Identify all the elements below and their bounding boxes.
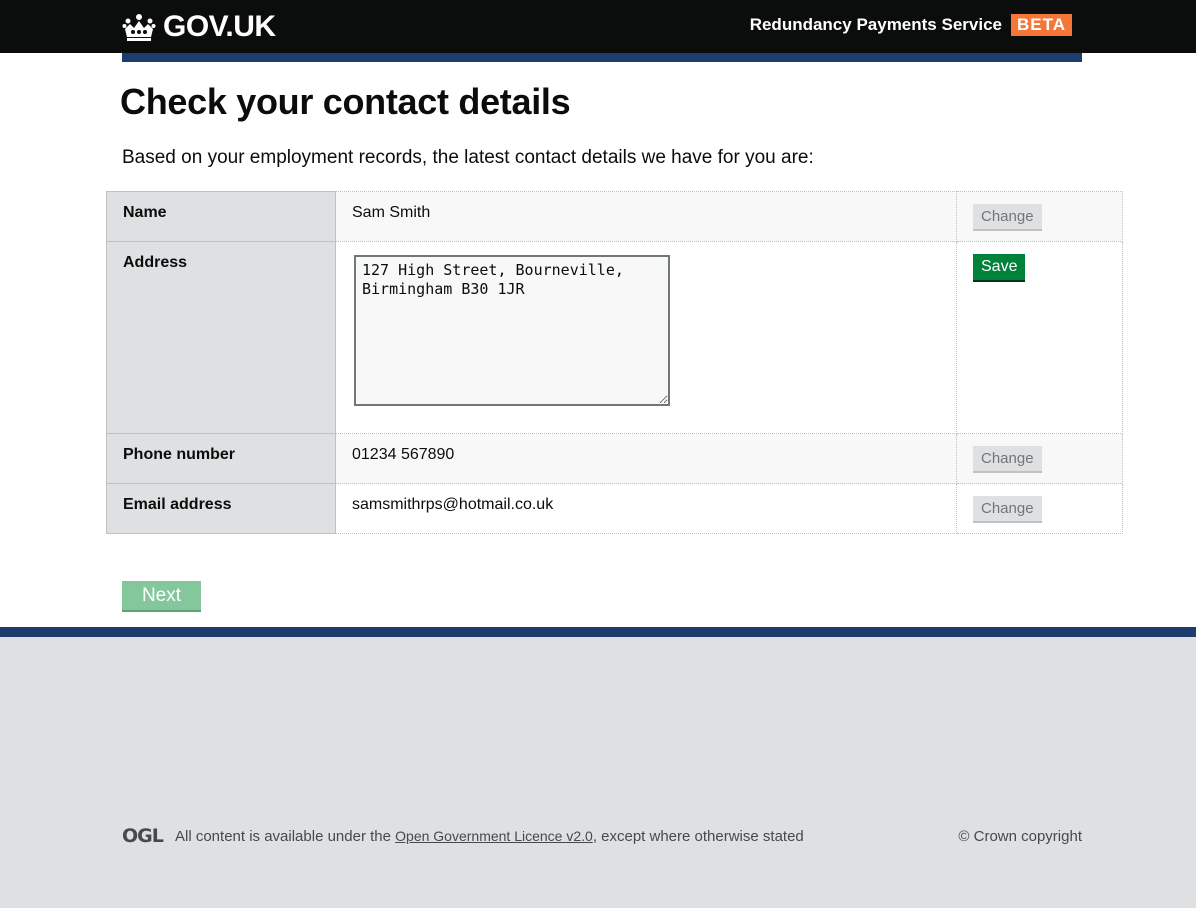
details-row-phone: Phone number 01234 567890 Change — [106, 433, 1123, 484]
header-blue-bar — [122, 53, 1082, 62]
email-label: Email address — [106, 483, 336, 534]
intro-text: Based on your employment records, the la… — [122, 147, 814, 168]
details-row-address: Address 127 High Street, Bourneville, Bi… — [106, 241, 1123, 434]
site-header: GOV.UK Redundancy Payments Service BETA — [0, 0, 1196, 53]
email-value: samsmithrps@hotmail.co.uk — [335, 483, 957, 534]
licence-text: All content is available under the Open … — [175, 828, 804, 845]
service-name-link[interactable]: Redundancy Payments Service — [750, 15, 1002, 35]
name-label: Name — [106, 191, 336, 242]
service-info: Redundancy Payments Service BETA — [750, 14, 1072, 36]
name-value: Sam Smith — [335, 191, 957, 242]
next-button[interactable]: Next — [122, 581, 201, 612]
save-address-button[interactable]: Save — [973, 254, 1026, 282]
change-email-button[interactable]: Change — [973, 496, 1042, 523]
site-footer — [0, 637, 1196, 908]
change-phone-button[interactable]: Change — [973, 446, 1042, 473]
phase-badge: BETA — [1010, 14, 1072, 36]
crown-copyright-link[interactable]: © Crown copyright — [958, 828, 1082, 845]
page-title: Check your contact details — [120, 81, 571, 122]
contact-details-table: Name Sam Smith Change Address 127 High S… — [106, 191, 1123, 534]
logo-text: GOV.UK — [163, 10, 276, 43]
crown-icon — [122, 14, 156, 41]
address-label: Address — [106, 241, 336, 434]
phone-label: Phone number — [106, 433, 336, 484]
licence-link[interactable]: Open Government Licence v2.0 — [395, 828, 593, 844]
address-textarea[interactable]: 127 High Street, Bourneville, Birmingham… — [354, 255, 670, 406]
change-name-button[interactable]: Change — [973, 204, 1042, 231]
licence-prefix: All content is available under the — [175, 828, 396, 845]
phone-value: 01234 567890 — [335, 433, 957, 484]
details-row-email: Email address samsmithrps@hotmail.co.uk … — [106, 483, 1123, 534]
govuk-logo-link[interactable]: GOV.UK — [122, 10, 276, 44]
footer-blue-bar — [0, 627, 1196, 637]
licence-suffix: , except where otherwise stated — [592, 828, 804, 845]
ogl-logo: OGL — [122, 825, 164, 847]
details-row-name: Name Sam Smith Change — [106, 191, 1123, 242]
